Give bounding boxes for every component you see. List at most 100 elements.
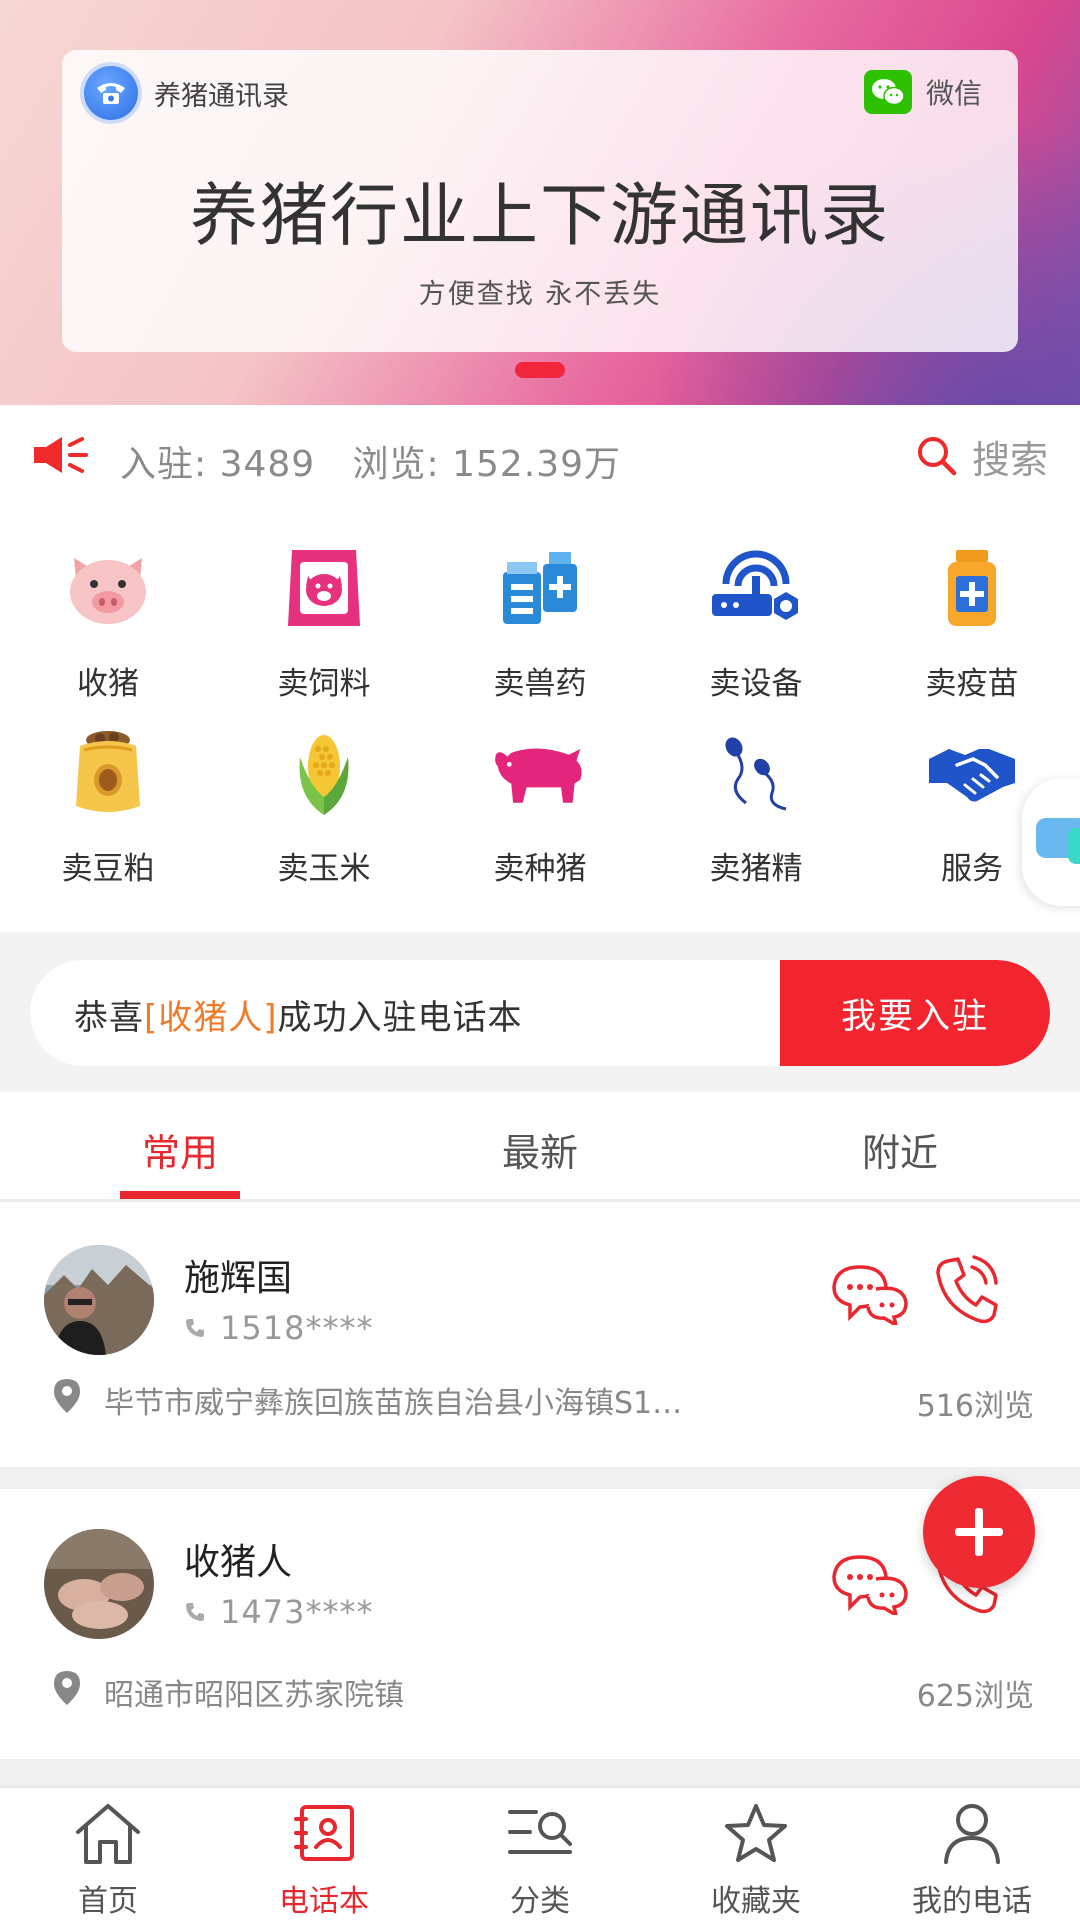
wechat-label: 微信 [925,77,982,110]
corn-icon [276,725,372,821]
nav-my-phone[interactable]: 我的电话 [864,1798,1080,1920]
search-icon [914,433,958,481]
stats-text: 入驻: 3489 浏览: 152.39万 [120,444,622,485]
plus-icon [955,1508,1003,1556]
contact-address-text: 毕节市威宁彝族回族苗族自治县小海镇S1… [104,1386,683,1421]
category-sell-corn[interactable]: 卖玉米 [216,725,432,905]
category-label: 卖豆粕 [61,851,155,887]
bottom-navigation: 首页 电话本 分类 收藏夹 我的电话 [0,1786,1080,1920]
user-icon [864,1798,1080,1868]
promo-banner[interactable]: 养猪通讯录 微信 养猪行业上下游通讯录 方便查找 永不丢失 [0,0,1080,405]
category-grid: 收猪 卖饲料 卖兽药 卖设备 卖疫苗 卖豆粕 卖玉米 卖种猪 卖猪精 服务 [0,540,1080,910]
banner-subtitle: 方便查找 永不丢失 [418,279,662,310]
tab-latest[interactable]: 最新 [360,1122,720,1177]
contact-address-text: 昭通市昭阳区苏家院镇 [104,1678,404,1713]
wechat-icon [863,70,912,114]
nav-label: 电话本 [279,1884,369,1919]
call-button[interactable] [934,1255,1000,1329]
notice-text: 恭喜[收猪人]成功入驻电话本 [74,990,523,1039]
pig-face-icon [60,540,156,636]
notice-highlight: [收猪人] [144,998,278,1038]
carousel-indicator[interactable] [515,362,565,378]
category-sell-feed[interactable]: 卖饲料 [216,540,432,720]
avatar [44,1245,154,1355]
notice-prefix: 恭喜 [74,998,144,1038]
tab-nearby[interactable]: 附近 [720,1122,1080,1177]
banner-wechat: 微信 [863,70,982,114]
feed-bag-icon [276,540,372,636]
contact-name: 收猪人 [184,1542,293,1583]
nav-label: 首页 [78,1884,138,1919]
contact-address: 昭通市昭阳区苏家院镇 [52,1669,404,1715]
contact-card[interactable]: 收猪人 1473**** 昭通市昭阳区苏家院镇 625浏览 [0,1489,1080,1759]
chat-button[interactable] [830,1263,910,1329]
medicine-bottles-icon [492,540,588,636]
add-fab-button[interactable] [923,1476,1035,1588]
phone-icon [84,66,138,120]
category-buy-pig[interactable]: 收猪 [0,540,216,720]
category-label: 卖疫苗 [925,666,1019,702]
category-label: 收猪 [77,666,139,702]
category-label: 卖兽药 [493,666,587,702]
category-sell-breeding-pig[interactable]: 卖种猪 [432,725,648,905]
brand-name: 养猪通讯录 [154,80,289,112]
card-divider [0,1759,1080,1786]
notice-suffix: 成功入驻电话本 [277,998,523,1038]
join-button[interactable]: 我要入驻 [780,960,1050,1066]
contact-phone: 1518**** [184,1309,373,1347]
contact-views: 516浏览 [916,1389,1034,1424]
megaphone-icon [32,433,92,481]
nav-favorites[interactable]: 收藏夹 [648,1798,864,1920]
contact-name: 施辉国 [184,1258,293,1299]
chat-button[interactable] [830,1553,910,1619]
category-sell-equipment[interactable]: 卖设备 [648,540,864,720]
star-icon [648,1798,864,1868]
active-tab-indicator [120,1191,240,1199]
chat-bubble-accent [1068,828,1080,864]
contact-phone-number: 1473**** [220,1593,374,1631]
join-notice-section: 恭喜[收猪人]成功入驻电话本 我要入驻 [0,932,1080,1092]
sperm-icon [708,725,804,821]
contact-card[interactable]: 施辉国 1518**** 毕节市威宁彝族回族苗族自治县小海镇S1… 516浏览 [0,1205,1080,1467]
category-label: 卖设备 [709,666,803,702]
contact-views: 625浏览 [916,1679,1034,1714]
search-button[interactable]: 搜索 [914,429,1048,484]
category-search-icon [432,1798,648,1868]
home-icon [0,1798,216,1868]
banner-card: 养猪通讯录 微信 养猪行业上下游通讯录 方便查找 永不丢失 [62,50,1018,352]
vaccine-bottle-icon [924,540,1020,636]
category-label: 卖种猪 [493,851,587,887]
phone-small-icon [184,1593,220,1631]
banner-brand: 养猪通讯录 [84,66,289,120]
nav-label: 收藏夹 [711,1884,801,1919]
category-sell-soybean-meal[interactable]: 卖豆粕 [0,725,216,905]
contact-phone-number: 1518**** [220,1309,374,1347]
card-divider [0,1467,1080,1489]
contacts-book-icon [216,1798,432,1868]
nav-phonebook[interactable]: 电话本 [216,1798,432,1920]
breeding-pig-icon [492,725,588,821]
equipment-icon [708,540,804,636]
phone-small-icon [184,1309,220,1347]
category-sell-vet-medicine[interactable]: 卖兽药 [432,540,648,720]
nav-home[interactable]: 首页 [0,1798,216,1920]
list-tabs: 常用 最新 附近 [0,1092,1080,1202]
category-label: 卖饲料 [277,666,371,702]
category-sell-vaccine[interactable]: 卖疫苗 [864,540,1080,720]
category-label: 卖猪精 [709,851,803,887]
stats-bar: 入驻: 3489 浏览: 152.39万 搜索 [0,405,1080,515]
handshake-icon [924,725,1020,821]
contact-address: 毕节市威宁彝族回族苗族自治县小海镇S1… [52,1377,682,1423]
location-pin-icon [52,1669,104,1715]
nav-label: 分类 [510,1884,570,1919]
category-sell-pig-semen[interactable]: 卖猪精 [648,725,864,905]
category-label: 卖玉米 [277,851,371,887]
contact-phone: 1473**** [184,1593,373,1631]
banner-title: 养猪行业上下游通讯录 [189,177,890,256]
nav-category[interactable]: 分类 [432,1798,648,1920]
search-label: 搜索 [971,438,1048,482]
location-pin-icon [52,1377,104,1423]
floating-chat-button[interactable] [1022,778,1080,906]
tab-common[interactable]: 常用 [0,1122,360,1177]
soybean-bag-icon [60,725,156,821]
